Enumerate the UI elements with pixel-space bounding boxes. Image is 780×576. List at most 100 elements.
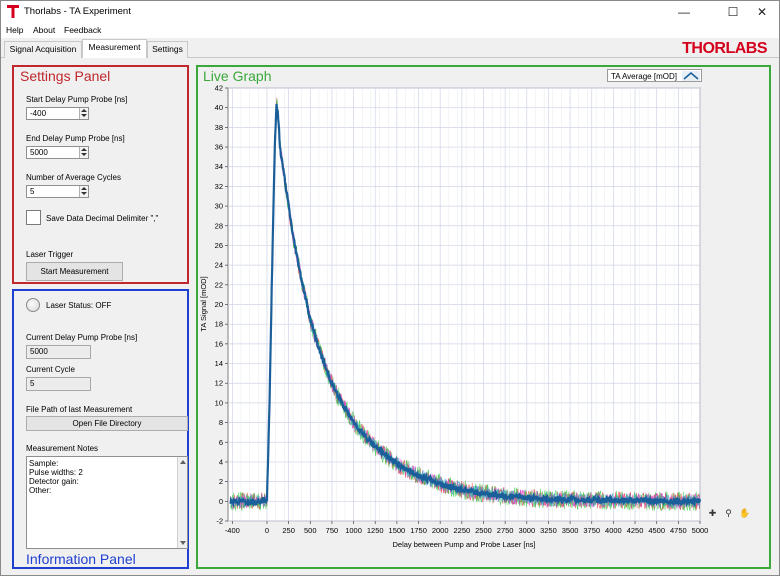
- x-tick-label: 3500: [562, 526, 579, 535]
- y-tick-label: 6: [219, 438, 223, 447]
- y-tick-label: 40: [215, 103, 223, 112]
- notes-line: Other:: [29, 486, 52, 495]
- notes-line: Sample:: [29, 459, 59, 468]
- spinner-icon[interactable]: [79, 108, 88, 119]
- current-cycle-label: Current Cycle: [26, 365, 75, 374]
- start-delay-value: -400: [30, 109, 47, 118]
- y-tick-label: 24: [215, 261, 223, 270]
- tab-measurement[interactable]: Measurement: [82, 39, 147, 59]
- end-delay-label: End Delay Pump Probe [ns]: [26, 134, 125, 143]
- avg-cycles-label: Number of Average Cycles: [26, 173, 122, 182]
- information-panel: Laser Status: OFF Current Delay Pump Pro…: [12, 289, 189, 569]
- y-tick-label: 30: [215, 202, 223, 211]
- end-delay-input[interactable]: 5000: [26, 146, 89, 159]
- x-tick-label: 2500: [475, 526, 492, 535]
- laser-trigger-label: Laser Trigger: [26, 250, 74, 259]
- y-tick-label: -2: [216, 517, 223, 526]
- menu-bar: Help About Feedback: [1, 23, 779, 38]
- y-tick-label: 32: [215, 182, 223, 191]
- avg-cycles-value: 5: [30, 187, 35, 196]
- y-tick-label: 26: [215, 241, 223, 250]
- x-tick-label: 1500: [389, 526, 406, 535]
- menu-feedback[interactable]: Feedback: [64, 25, 101, 35]
- y-tick-label: 34: [215, 162, 223, 171]
- ta-signal-chart: -202468101214161820222426283032343638404…: [199, 84, 709, 550]
- x-axis-label: Delay between Pump and Probe Laser [ns]: [392, 540, 535, 549]
- live-graph-panel: Live Graph TA Average [mOD] -2 0 2 4 6 8 10 12 1…: [196, 65, 771, 569]
- y-tick-label: 38: [215, 123, 223, 132]
- x-tick-label: 4000: [605, 526, 622, 535]
- tab-signal-acquisition[interactable]: Signal Acquisition: [4, 41, 82, 58]
- x-tick-label: 5000: [692, 526, 709, 535]
- settings-panel-title: Settings Panel: [20, 68, 111, 84]
- current-cycle-field: 5: [26, 377, 91, 391]
- y-tick-label: 0: [219, 497, 223, 506]
- start-delay-label: Start Delay Pump Probe [ns]: [26, 95, 128, 104]
- y-tick-label: 10: [215, 398, 223, 407]
- y-axis-label: TA Signal [mOD]: [199, 276, 208, 331]
- save-decimal-checkbox[interactable]: [26, 210, 41, 225]
- minimize-button[interactable]: —: [665, 1, 703, 23]
- laser-status-label: Laser Status: OFF: [46, 301, 112, 310]
- open-file-directory-button[interactable]: Open File Directory: [26, 416, 188, 431]
- y-tick-label: 12: [215, 379, 223, 388]
- y-tick-label: 2: [219, 477, 223, 486]
- start-measurement-button[interactable]: Start Measurement: [26, 262, 123, 281]
- x-tick-label: 2000: [432, 526, 449, 535]
- y-tick-label: 36: [215, 143, 223, 152]
- x-axis-ticks: -400 0 250 500 750 1000 1250 1500 1750 2000 2250 25…: [225, 521, 709, 535]
- x-tick-label: 1250: [367, 526, 384, 535]
- cursor-icon[interactable]: ✚: [707, 508, 718, 519]
- y-tick-label: 4: [219, 457, 223, 466]
- pan-icon[interactable]: ✋: [739, 508, 750, 519]
- x-tick-label: 3000: [518, 526, 535, 535]
- save-decimal-label: Save Data Decimal Delimiter ",": [46, 214, 159, 223]
- y-tick-label: 18: [215, 320, 223, 329]
- x-tick-label: 0: [265, 526, 269, 535]
- measurement-notes-textarea[interactable]: Sample: Pulse widths: 2 Detector gain: O…: [26, 456, 188, 549]
- spinner-icon[interactable]: [79, 147, 88, 158]
- measurement-notes-label: Measurement Notes: [26, 444, 99, 453]
- spinner-icon[interactable]: [79, 186, 88, 197]
- x-tick-label: 4750: [670, 526, 687, 535]
- file-path-label: File Path of last Measurement: [26, 405, 133, 414]
- x-tick-label: 4250: [627, 526, 644, 535]
- tab-settings[interactable]: Settings: [147, 41, 188, 58]
- y-axis-ticks: -202468101214161820222426283032343638404…: [215, 84, 228, 526]
- start-delay-input[interactable]: -400: [26, 107, 89, 120]
- menu-help[interactable]: Help: [6, 25, 23, 35]
- x-tick-label: 4500: [648, 526, 665, 535]
- notes-line: Pulse widths: 2: [29, 468, 83, 477]
- y-tick-label: 28: [215, 221, 223, 230]
- laser-status-led: [26, 298, 40, 312]
- end-delay-value: 5000: [30, 148, 48, 157]
- y-tick-label: 20: [215, 300, 223, 309]
- x-tick-label: 2250: [453, 526, 470, 535]
- y-tick-label: 14: [215, 359, 223, 368]
- measurement-tab-content: Settings Panel Start Delay Pump Probe [n…: [1, 58, 779, 575]
- zoom-icon[interactable]: ⚲: [723, 508, 734, 519]
- y-tick-label: 22: [215, 280, 223, 289]
- tab-strip: Signal Acquisition Measurement Settings …: [1, 38, 779, 59]
- x-tick-label: 1000: [345, 526, 362, 535]
- information-panel-title: Information Panel: [26, 551, 136, 567]
- x-tick-label: 3750: [583, 526, 600, 535]
- window-title: Thorlabs - TA Experiment: [24, 6, 131, 17]
- x-tick-label: 750: [326, 526, 339, 535]
- y-tick-label: 16: [215, 339, 223, 348]
- app-window: Thorlabs - TA Experiment — ☐ ✕ Help Abou…: [0, 0, 780, 576]
- menu-about[interactable]: About: [33, 25, 55, 35]
- x-tick-label: -400: [225, 526, 240, 535]
- current-delay-field: 5000: [26, 345, 91, 359]
- thorlabs-app-icon: [7, 5, 19, 18]
- notes-scrollbar[interactable]: [177, 457, 187, 548]
- x-tick-label: 2750: [497, 526, 514, 535]
- y-tick-label: 8: [219, 418, 223, 427]
- x-tick-label: 500: [304, 526, 317, 535]
- y-tick-label: 42: [215, 84, 223, 93]
- thorlabs-logo: THORLABS: [682, 40, 767, 57]
- close-button[interactable]: ✕: [743, 1, 780, 23]
- title-bar: Thorlabs - TA Experiment — ☐ ✕: [1, 1, 779, 23]
- settings-panel: Settings Panel Start Delay Pump Probe [n…: [12, 65, 189, 284]
- avg-cycles-input[interactable]: 5: [26, 185, 89, 198]
